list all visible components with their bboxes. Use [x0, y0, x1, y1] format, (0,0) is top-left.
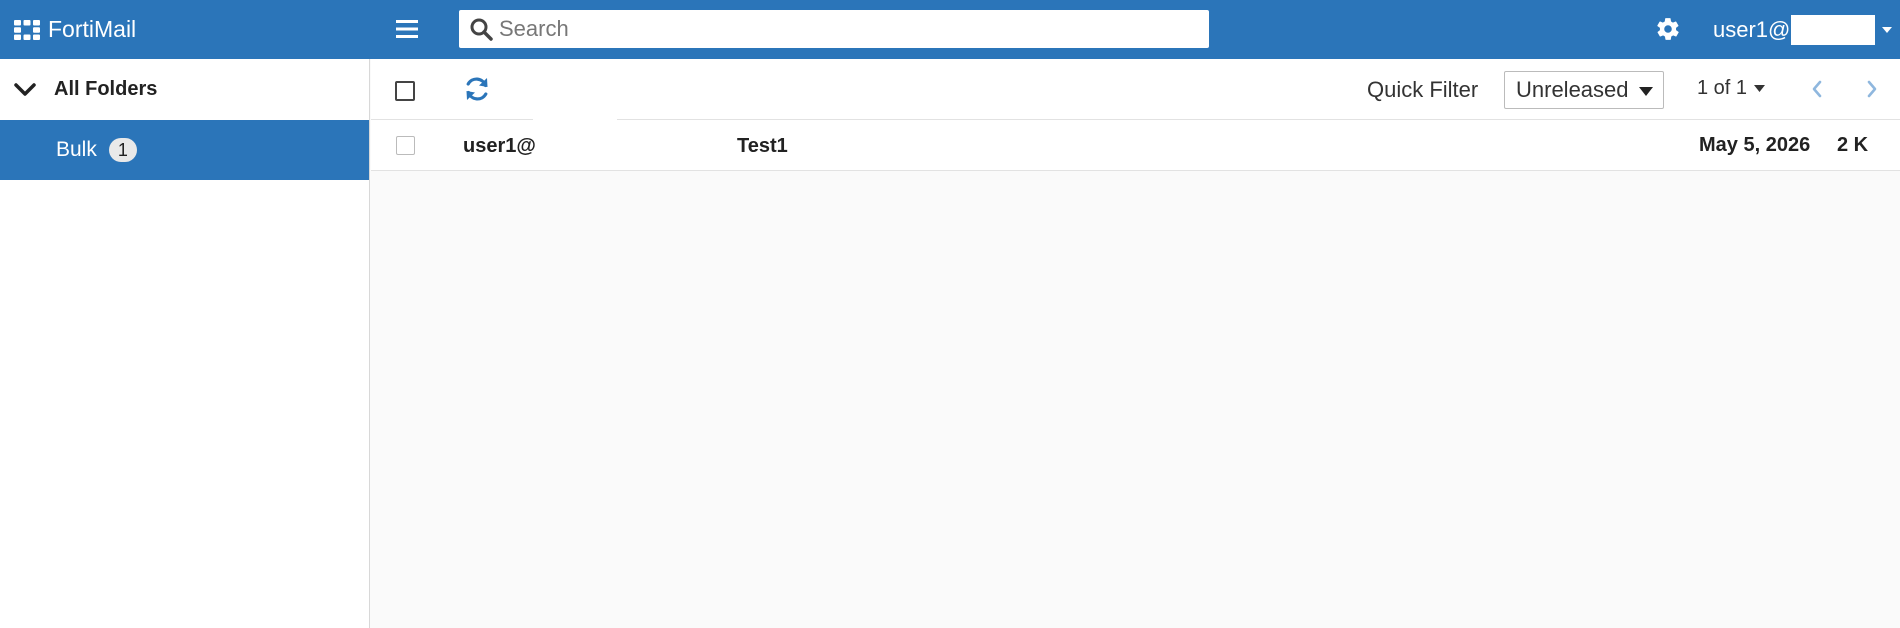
- folder-item-bulk[interactable]: Bulk 1: [0, 120, 369, 180]
- pagination-dropdown[interactable]: 1 of 1: [1697, 77, 1766, 100]
- search-icon: [470, 18, 493, 41]
- redacted-area: [533, 118, 617, 132]
- top-bar: FortiMail user1@: [0, 0, 1900, 59]
- message-toolbar: Quick Filter Unreleased 1 of 1: [371, 59, 1900, 120]
- folder-item-label: Bulk: [56, 138, 97, 161]
- caret-down-icon: [1639, 87, 1653, 96]
- message-pane: Quick Filter Unreleased 1 of 1 user1@ Te…: [371, 59, 1900, 628]
- user-name: user1@: [1713, 16, 1791, 42]
- brand-name: FortiMail: [48, 16, 137, 42]
- caret-down-icon: [1882, 26, 1893, 33]
- folder-sidebar: All Folders Bulk 1: [0, 59, 370, 628]
- hamburger-icon[interactable]: [394, 17, 420, 41]
- pagination-text: 1 of 1: [1697, 77, 1748, 99]
- chevron-left-icon[interactable]: [1809, 79, 1825, 99]
- chevron-down-icon: [14, 82, 36, 96]
- table-row[interactable]: user1@ Test1 May 5, 2026 2 K: [371, 118, 1900, 171]
- brand[interactable]: FortiMail: [14, 0, 136, 59]
- folder-tree-root[interactable]: All Folders: [0, 59, 369, 120]
- search-box: [459, 10, 1209, 48]
- folder-root-label: All Folders: [54, 78, 158, 100]
- message-sender: user1@: [463, 135, 536, 157]
- quick-filter-value: Unreleased: [1516, 77, 1629, 102]
- quick-filter-label: Quick Filter: [1367, 77, 1479, 102]
- caret-down-icon: [1754, 85, 1766, 92]
- quick-filter-select[interactable]: Unreleased: [1504, 71, 1664, 109]
- redacted-area: [1791, 14, 1876, 45]
- folder-count-badge: 1: [108, 138, 137, 162]
- search-input[interactable]: [499, 16, 1189, 42]
- gear-icon[interactable]: [1655, 16, 1681, 42]
- message-size: 2 K: [1837, 134, 1869, 156]
- refresh-icon[interactable]: [463, 75, 491, 103]
- chevron-right-icon[interactable]: [1864, 79, 1880, 99]
- message-subject: Test1: [737, 135, 788, 157]
- user-menu[interactable]: user1@: [1713, 0, 1893, 59]
- message-date: May 5, 2026: [1699, 134, 1811, 156]
- row-checkbox[interactable]: [396, 136, 415, 155]
- fortinet-logo-icon: [14, 19, 40, 40]
- select-all-checkbox[interactable]: [395, 81, 415, 101]
